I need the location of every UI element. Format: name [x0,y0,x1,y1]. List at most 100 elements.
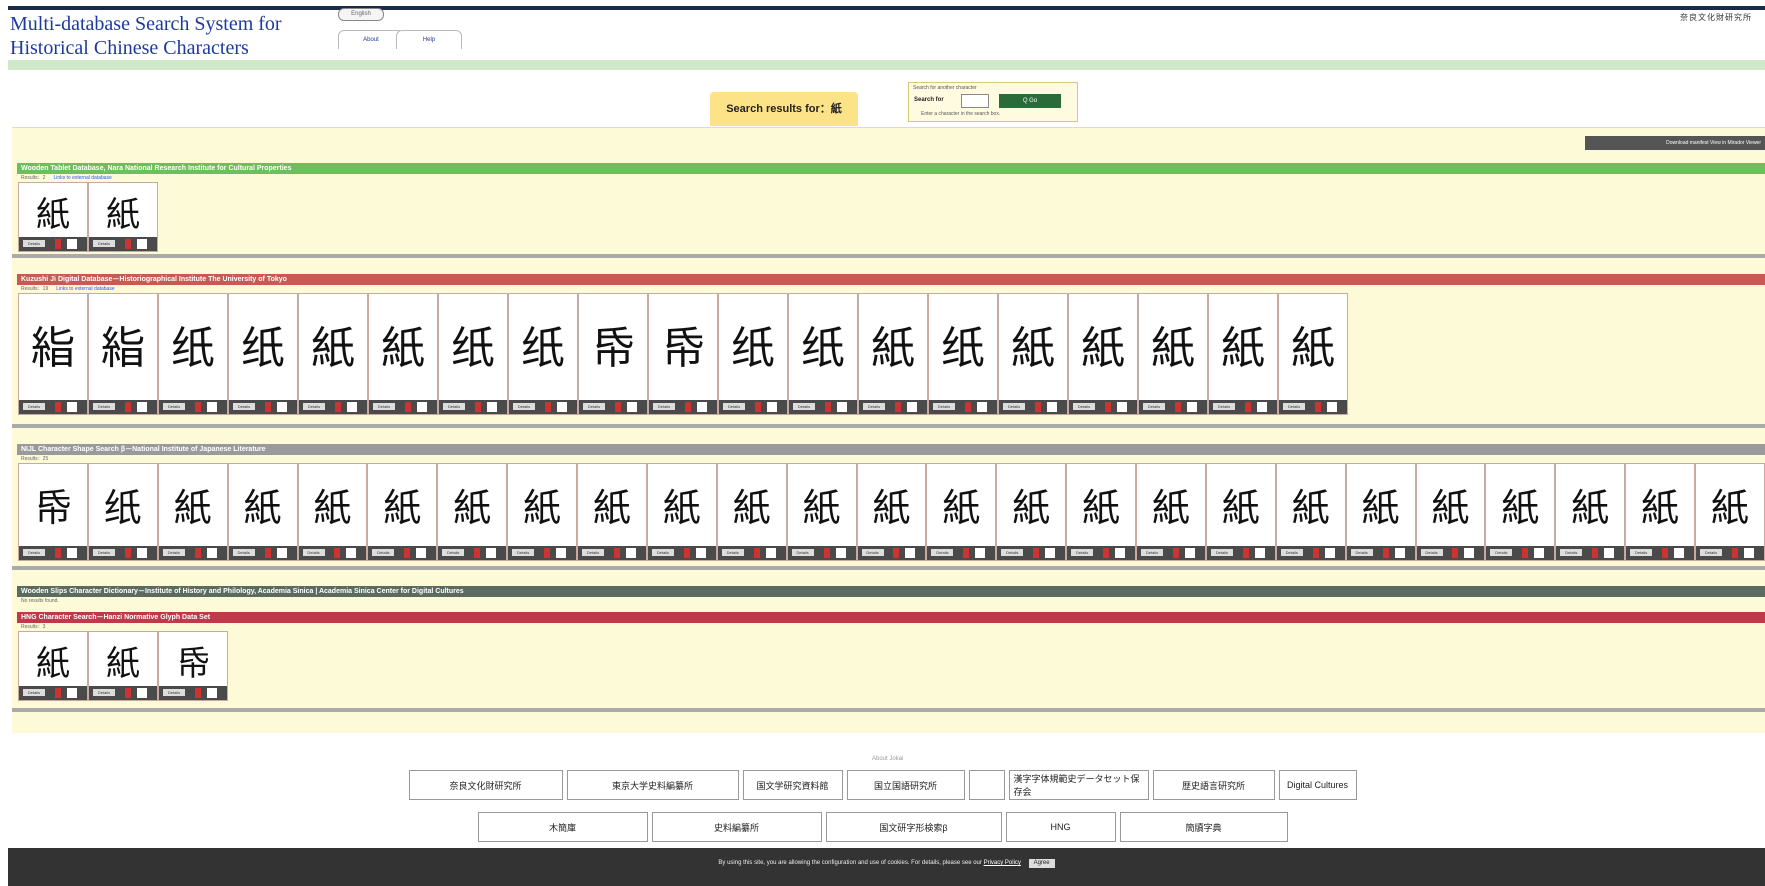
details-button[interactable]: Details [93,689,115,696]
iiif-icon[interactable] [487,402,497,412]
glyph-tile[interactable]: 纸 Details [718,293,788,415]
select-checkbox[interactable] [1172,548,1179,558]
glyph-image[interactable]: 纸 [789,294,857,394]
iiif-icon[interactable] [697,402,707,412]
glyph-tile[interactable]: 紙 Details [368,293,438,415]
iiif-icon[interactable] [1464,548,1475,558]
select-checkbox[interactable] [1033,548,1040,558]
glyph-tile[interactable]: 紙 Details [18,631,88,701]
details-button[interactable]: Details [23,689,45,696]
glyph-image[interactable]: 紙 [1277,464,1345,544]
details-button[interactable]: Details [793,403,815,410]
glyph-image[interactable]: 紙 [1417,464,1485,544]
glyph-image[interactable]: 紙 [858,464,926,544]
partner-logo[interactable]: 国文学研究資料館 [742,770,843,800]
glyph-image[interactable]: 紙 [229,464,297,544]
select-checkbox[interactable] [264,548,271,558]
iiif-icon[interactable] [66,548,77,558]
details-button[interactable]: Details [372,549,395,556]
details-button[interactable]: Details [653,403,675,410]
search-input[interactable] [961,94,989,108]
glyph-image[interactable]: 帋 [579,294,647,394]
language-select[interactable]: English [338,8,384,21]
select-checkbox[interactable] [893,548,900,558]
select-checkbox[interactable] [54,548,61,558]
glyph-image[interactable]: 紙 [19,632,87,688]
iiif-icon[interactable] [486,548,497,558]
glyph-image[interactable]: 紙 [1626,464,1694,544]
iiif-icon[interactable] [206,548,217,558]
select-checkbox[interactable] [1662,548,1668,558]
details-button[interactable]: Details [233,403,255,410]
glyph-image[interactable]: 紙 [299,294,367,394]
glyph-image[interactable]: 帋 [649,294,717,394]
partner-logo[interactable]: 東京大学史料編纂所 [566,770,739,800]
iiif-icon[interactable] [346,548,357,558]
partner-logo[interactable]: 簡牘字典 [1119,812,1288,842]
select-checkbox[interactable] [1103,548,1109,558]
glyph-tile[interactable]: 紙 Details [1345,463,1416,561]
iiif-icon[interactable] [695,548,706,558]
details-button[interactable]: Details [443,403,465,410]
select-checkbox[interactable] [825,402,831,412]
iiif-icon[interactable] [1045,548,1056,558]
details-button[interactable]: Details [163,403,185,410]
details-button[interactable]: Details [933,403,955,410]
glyph-image[interactable]: 紙 [788,464,856,544]
iiif-icon[interactable] [1254,548,1265,558]
glyph-image[interactable]: 紙 [508,464,576,544]
glyph-image[interactable]: 紙 [89,632,157,688]
nara-logo[interactable]: 奈良文化財研究所 [1680,12,1752,23]
partner-logo[interactable]: 木簡庫 [477,812,648,842]
details-button[interactable]: Details [303,403,325,410]
partner-logo[interactable]: 史料編纂所 [651,812,822,842]
select-checkbox[interactable] [1382,548,1389,558]
glyph-image[interactable]: 紙 [1209,294,1277,394]
select-checkbox[interactable] [613,548,620,558]
select-checkbox[interactable] [265,402,271,412]
details-button[interactable]: Details [861,549,884,556]
glyph-tile[interactable]: 纸 Details [508,293,578,415]
glyph-tile[interactable]: 纸 Details [228,293,298,415]
iiif-icon[interactable] [835,548,846,558]
glyph-image[interactable]: 紙 [299,464,367,544]
details-button[interactable]: Details [1630,549,1653,556]
glyph-tile[interactable]: 紙 Details [786,463,857,561]
select-checkbox[interactable] [544,548,550,558]
glyph-tile[interactable]: 紙 Details [996,463,1067,561]
details-button[interactable]: Details [1283,403,1305,410]
select-checkbox[interactable] [124,548,131,558]
select-checkbox[interactable] [1522,548,1529,558]
select-checkbox[interactable] [1315,402,1321,412]
select-checkbox[interactable] [195,688,201,698]
glyph-image[interactable]: 紙 [997,464,1065,544]
details-button[interactable]: Details [163,689,185,696]
partner-logo[interactable]: 国立国語研究所 [846,770,965,800]
iiif-icon[interactable] [557,402,567,412]
select-checkbox[interactable] [475,402,481,412]
iiif-icon[interactable] [1534,548,1545,558]
glyph-tile[interactable]: 帋 Details [578,293,648,415]
glyph-image[interactable]: 紙 [927,464,995,544]
select-checkbox[interactable] [335,402,341,412]
glyph-image[interactable]: 紙 [1696,464,1764,544]
glyph-tile[interactable]: 紙 Details [367,463,438,561]
select-checkbox[interactable] [55,688,61,698]
glyph-image[interactable]: 紙 [369,294,437,394]
select-checkbox[interactable] [474,548,481,558]
glyph-image[interactable]: 紙 [578,464,646,544]
glyph-tile[interactable]: 紙 Details [1275,463,1346,561]
partner-logo[interactable] [968,770,1005,800]
details-button[interactable]: Details [23,240,45,247]
details-button[interactable]: Details [1001,549,1024,556]
details-button[interactable]: Details [1350,549,1373,556]
glyph-image[interactable]: 紙 [1347,464,1415,544]
iiif-icon[interactable] [977,402,987,412]
iiif-icon[interactable] [1117,402,1127,412]
iiif-icon[interactable] [1324,548,1335,558]
partner-logo[interactable]: 歴史語言研究所 [1152,770,1275,800]
iiif-icon[interactable] [347,402,357,412]
glyph-tile[interactable]: 纸 Details [87,463,158,561]
viewer-buttons[interactable]: Download manifest View in Mirador Viewer [1585,136,1765,150]
select-checkbox[interactable] [683,548,690,558]
